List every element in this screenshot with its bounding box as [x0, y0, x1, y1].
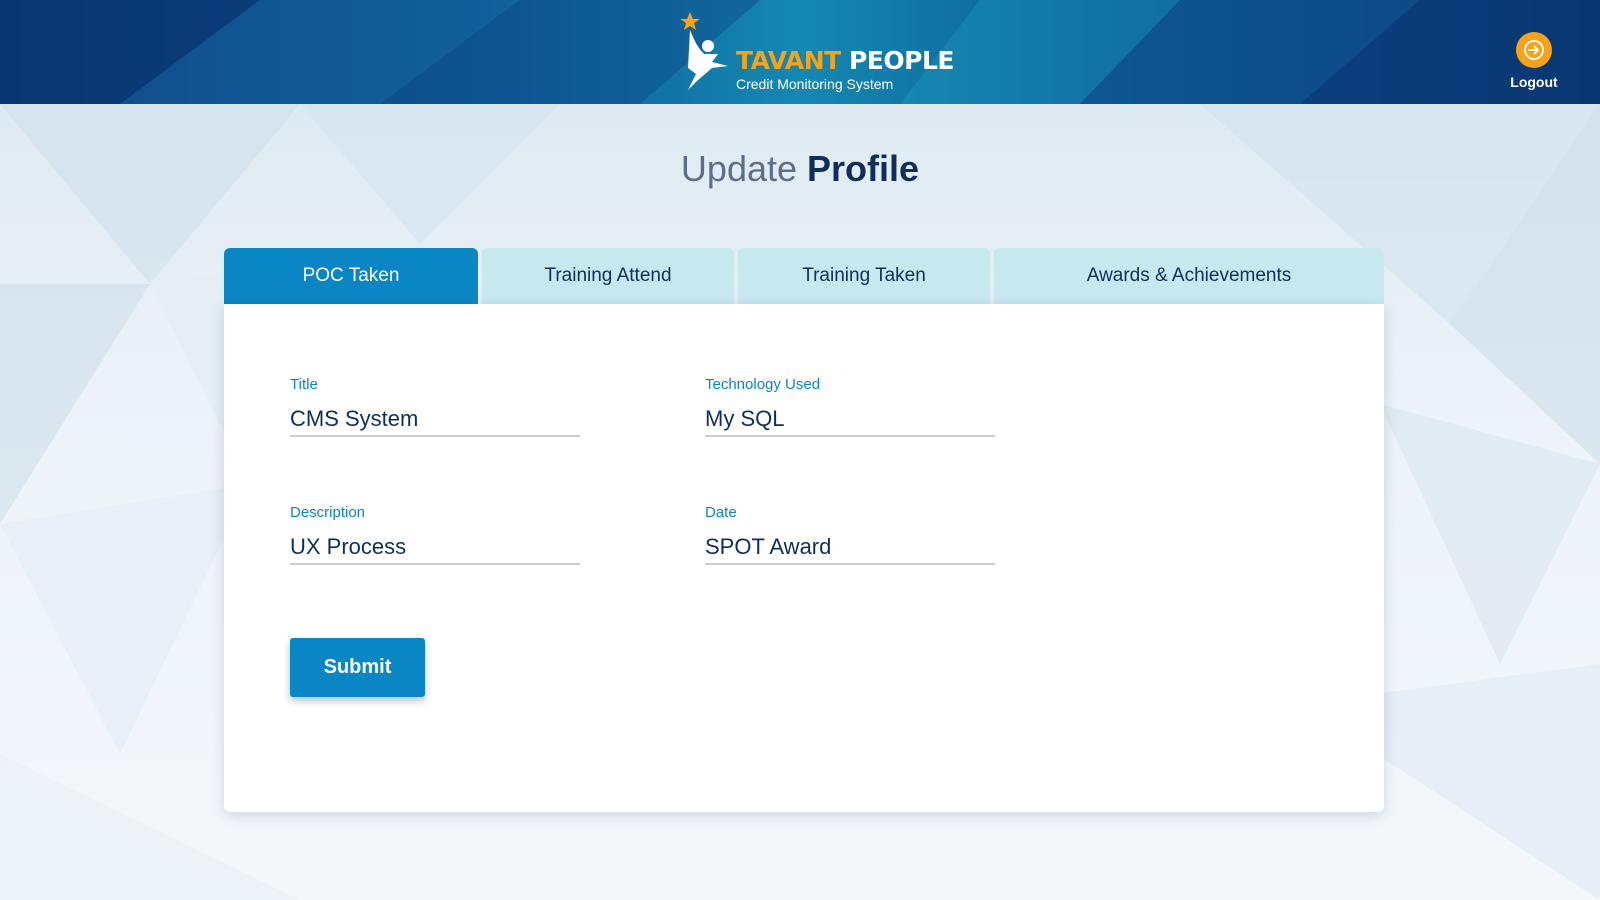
technology-field-group: Technology Used	[705, 376, 995, 437]
tab-training-attend[interactable]: Training Attend	[482, 248, 734, 304]
brand-name-part1: TAVANT	[736, 46, 841, 75]
technology-label: Technology Used	[705, 376, 821, 393]
brand-name: TAVANT PEOPLE	[736, 46, 954, 75]
brand-subtitle: Credit Monitoring System	[736, 76, 894, 92]
tab-training-taken[interactable]: Training Taken	[738, 248, 990, 304]
logout-label: Logout	[1510, 74, 1558, 90]
app-header: TAVANT PEOPLE Credit Monitoring System L…	[0, 0, 1600, 104]
page-title-dark: Profile	[807, 148, 920, 189]
description-label: Description	[290, 504, 366, 521]
page-title: Update Profile	[0, 148, 1600, 190]
tab-poc-taken[interactable]: POC Taken	[224, 248, 478, 304]
technology-input[interactable]	[705, 403, 995, 437]
logo-figure-icon	[680, 12, 728, 90]
logout-button[interactable]: Logout	[1502, 32, 1566, 94]
description-field-group: Description	[290, 504, 580, 565]
description-input[interactable]	[290, 531, 580, 565]
date-input[interactable]	[705, 531, 995, 565]
brand-name-part2: PEOPLE	[848, 46, 954, 75]
date-label: Date	[705, 504, 737, 521]
date-field-group: Date	[705, 504, 995, 565]
title-field-group: Title	[290, 376, 580, 437]
arrow-circle-right-icon	[1516, 32, 1552, 68]
tavant-logo: TAVANT PEOPLE Credit Monitoring System	[668, 10, 954, 94]
submit-button[interactable]: Submit	[290, 638, 425, 697]
title-input[interactable]	[290, 403, 580, 437]
page-title-light: Update	[680, 148, 798, 189]
title-label: Title	[290, 376, 318, 393]
profile-tabs: POC Taken Training Attend Training Taken…	[224, 248, 1384, 304]
poc-form-card: Title Technology Used Description Date S…	[224, 304, 1384, 812]
tab-awards-achievements[interactable]: Awards & Achievements	[994, 248, 1384, 304]
